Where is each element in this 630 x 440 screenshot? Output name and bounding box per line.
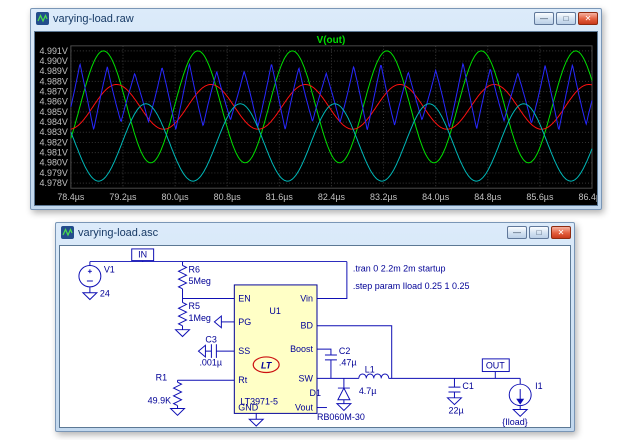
- schematic-window: varying-load.asc — □ ✕: [55, 222, 575, 432]
- ground-symbol[interactable]: [249, 419, 263, 426]
- lt-logo-text: LT: [261, 361, 273, 371]
- minimize-button[interactable]: —: [507, 226, 527, 239]
- diode-d1[interactable]: D1 RB060M-30: [310, 388, 365, 422]
- schematic-pane[interactable]: V1 24 IN R6 5Meg R5 1Meg: [59, 245, 571, 428]
- spice-directive-step[interactable]: .step param Iload 0.25 1 0.25: [353, 281, 470, 291]
- y-tick-label: 4.986V: [39, 97, 67, 107]
- pin-en: EN: [238, 294, 250, 304]
- y-tick-label: 4.988V: [39, 76, 67, 86]
- y-tick-label: 4.981V: [39, 148, 67, 158]
- y-tick-label: 4.985V: [39, 107, 67, 117]
- port-flag-out[interactable]: OUT: [482, 359, 509, 378]
- ground-symbol[interactable]: [513, 409, 527, 416]
- component-value: 49.9K: [148, 396, 172, 406]
- pin-gnd: GND: [238, 403, 258, 413]
- component-value: 22µ: [448, 405, 463, 415]
- ground-symbol[interactable]: [337, 404, 351, 411]
- ltspice-icon: [61, 226, 74, 239]
- spice-directive-tran[interactable]: .tran 0 2.2m 2m startup: [353, 263, 446, 273]
- pin-ss: SS: [238, 346, 250, 356]
- component-value: .001µ: [199, 358, 222, 368]
- component-value: 4.7µ: [359, 386, 377, 396]
- y-tick-label: 4.980V: [39, 158, 67, 168]
- waveform-plot[interactable]: V(out) 4.991V4.990V4.989V4.988V4.987V4.9…: [35, 32, 597, 205]
- maximize-button[interactable]: □: [556, 12, 576, 25]
- plot-title: V(out): [317, 35, 346, 46]
- component-value: {Iload}: [502, 417, 527, 427]
- pin-rt: Rt: [238, 375, 248, 385]
- x-tick-label: 78.4µs: [57, 192, 85, 202]
- minimize-button[interactable]: —: [534, 12, 554, 25]
- x-tick-label: 84.0µs: [422, 192, 450, 202]
- component-value: RB060M-30: [317, 412, 365, 422]
- port-label: OUT: [486, 361, 506, 371]
- component-ref: L1: [365, 365, 375, 375]
- ground-symbol[interactable]: [176, 330, 190, 337]
- component-ref: R5: [188, 301, 200, 311]
- component-ref: C3: [205, 334, 217, 344]
- x-tick-label: 79.2µs: [109, 192, 137, 202]
- pin-vout: Vout: [295, 403, 313, 413]
- component-ref: C1: [462, 381, 474, 391]
- x-tick-label: 86.4µs: [578, 192, 597, 202]
- component-ref: D1: [310, 388, 322, 398]
- component-ref: I1: [535, 381, 543, 391]
- y-tick-label: 4.987V: [39, 87, 67, 97]
- x-tick-label: 80.8µs: [214, 192, 242, 202]
- resistor-r1[interactable]: R1 49.9K: [148, 372, 182, 405]
- ground-symbol-left[interactable]: [214, 316, 221, 328]
- close-button[interactable]: ✕: [551, 226, 571, 239]
- waveform-pane[interactable]: V(out) 4.991V4.990V4.989V4.988V4.987V4.9…: [34, 31, 598, 206]
- window-title: varying-load.raw: [53, 13, 530, 25]
- x-tick-label: 82.4µs: [318, 192, 346, 202]
- resistor-r5[interactable]: R5 1Meg: [179, 301, 211, 325]
- port-flag-in[interactable]: IN: [132, 249, 154, 262]
- x-tick-label: 83.2µs: [370, 192, 398, 202]
- pin-boost: Boost: [290, 344, 313, 354]
- component-ref: R6: [188, 264, 200, 274]
- ground-symbol[interactable]: [171, 409, 185, 416]
- ground-symbol[interactable]: [447, 398, 461, 405]
- inductor-l1[interactable]: L1 4.7µ: [359, 365, 389, 396]
- pin-sw: SW: [299, 373, 314, 383]
- schematic-canvas[interactable]: V1 24 IN R6 5Meg R5 1Meg: [60, 246, 570, 427]
- window-title: varying-load.asc: [78, 227, 503, 239]
- resistor-r6[interactable]: R6 5Meg: [179, 264, 211, 288]
- maximize-button[interactable]: □: [529, 226, 549, 239]
- x-tick-label: 81.6µs: [266, 192, 294, 202]
- component-value: 5Meg: [188, 276, 210, 286]
- y-tick-label: 4.990V: [39, 56, 67, 66]
- y-tick-label: 4.991V: [39, 46, 67, 56]
- waveform-window: varying-load.raw — □ ✕ V(out) 4.991V4.99…: [30, 8, 602, 210]
- component-ref: R1: [156, 372, 168, 382]
- schematic-titlebar[interactable]: varying-load.asc — □ ✕: [56, 223, 574, 242]
- component-value: .47µ: [339, 358, 357, 368]
- y-tick-label: 4.984V: [39, 117, 67, 127]
- trace-green: [71, 51, 592, 163]
- ground-symbol[interactable]: [83, 293, 97, 300]
- y-tick-label: 4.978V: [39, 178, 67, 188]
- ic-ref: U1: [269, 306, 281, 316]
- y-tick-label: 4.989V: [39, 66, 67, 76]
- y-tick-label: 4.979V: [39, 168, 67, 178]
- current-source-i1[interactable]: I1 {Iload}: [502, 381, 542, 427]
- x-tick-label: 84.8µs: [474, 192, 502, 202]
- ground-symbol-left[interactable]: [198, 345, 205, 357]
- component-ref: C2: [339, 346, 351, 356]
- component-value: 1Meg: [188, 313, 210, 323]
- component-value: 24: [100, 289, 110, 299]
- ic-u1[interactable]: U1 LT3971-5 LT EN PG SS Rt GND Vin BD Bo…: [234, 285, 317, 413]
- x-tick-label: 85.6µs: [526, 192, 554, 202]
- pin-vin: Vin: [300, 294, 313, 304]
- pin-bd: BD: [301, 321, 313, 331]
- x-tick-label: 80.0µs: [162, 192, 190, 202]
- y-tick-label: 4.982V: [39, 137, 67, 147]
- component-ref: V1: [104, 264, 115, 274]
- close-button[interactable]: ✕: [578, 12, 598, 25]
- waveform-titlebar[interactable]: varying-load.raw — □ ✕: [31, 9, 601, 28]
- ltspice-icon: [36, 12, 49, 25]
- y-tick-label: 4.983V: [39, 127, 67, 137]
- port-label: IN: [138, 250, 147, 260]
- pin-pg: PG: [238, 317, 251, 327]
